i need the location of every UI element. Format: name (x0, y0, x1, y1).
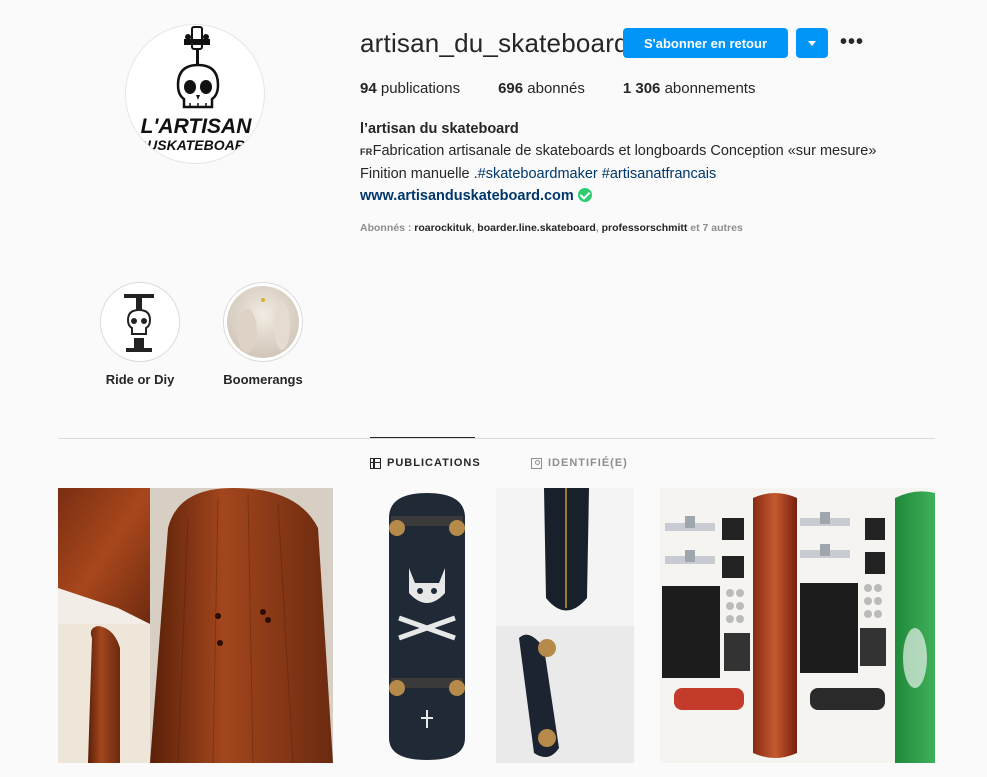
bio-line1: FRFabrication artisanale de skateboards … (360, 140, 920, 163)
bio-text-line1: Fabrication artisanale de skateboards et… (372, 143, 877, 159)
chevron-down-icon (808, 40, 816, 46)
profile-username: artisan_du_skateboard (360, 28, 629, 58)
follower-name: boarder.line.skateboard (477, 222, 596, 234)
highlight-cover (227, 286, 299, 358)
following-count: 1 306 (622, 80, 661, 97)
bio-line2: Finition manuelle .#skateboardmaker #art… (360, 163, 920, 185)
highlight-ride-or-diy[interactable]: Ride or Diy (80, 282, 200, 387)
flag-fr: FR (360, 147, 373, 157)
following-stat[interactable]: 1 306 abonnements (623, 80, 756, 97)
grid-icon (370, 457, 381, 469)
post-thumbnail[interactable] (660, 488, 935, 763)
tab-tagged[interactable]: IDENTIFIÉ(E) (531, 457, 628, 469)
website-link[interactable]: www.artisanduskateboard.com (360, 185, 574, 207)
highlight-boomerangs[interactable]: Boomerangs (203, 282, 323, 387)
tab-publications[interactable]: PUBLICATIONS (370, 457, 481, 469)
follower-name: roarockituk (414, 222, 472, 234)
followers-count: 696 (498, 80, 524, 97)
bio-text-line2: Finition manuelle . (360, 166, 478, 182)
post-image (58, 488, 333, 763)
followed-by[interactable]: Abonnés : roarockituk, boarder.line.skat… (360, 222, 743, 234)
highlight-label: Ride or Diy (105, 372, 175, 387)
followed-by-suffix: et 7 autres (687, 222, 743, 234)
profile-display-name: l’artisan du skateboard (360, 121, 519, 137)
post-thumbnail[interactable] (359, 488, 634, 763)
logo-line2: DUSKATEBOARD (137, 137, 255, 153)
posts-stat: 94 publications (360, 80, 460, 97)
tagged-icon (531, 457, 542, 469)
posts-label: publications (380, 80, 461, 97)
verified-check-icon (577, 188, 592, 202)
hashtag-link[interactable]: #artisanatfrancais (602, 166, 716, 182)
tabs-divider (58, 438, 935, 439)
skull-logo-icon: L'ARTISAN DUSKATEBOARD (137, 26, 255, 153)
profile-bio: l’artisan du skateboard FRFabrication ar… (360, 118, 920, 207)
tab-label: IDENTIFIÉ(E) (548, 457, 628, 469)
tab-label: PUBLICATIONS (387, 457, 481, 469)
highlight-ring (100, 282, 180, 362)
profile-avatar[interactable]: L'ARTISAN DUSKATEBOARD (125, 24, 265, 164)
post-image (359, 488, 634, 763)
more-options-icon[interactable]: ••• (840, 30, 864, 54)
followers-label: abonnés (527, 80, 585, 97)
hashtag-link[interactable]: #skateboardmaker (478, 166, 598, 182)
post-thumbnail[interactable] (58, 488, 333, 763)
active-tab-indicator (370, 437, 475, 438)
followers-stat[interactable]: 696 abonnés (498, 80, 585, 97)
highlight-label: Boomerangs (223, 372, 303, 387)
following-label: abonnements (664, 80, 756, 97)
follower-name: professorschmitt (601, 222, 688, 234)
highlight-ring (223, 282, 303, 362)
post-image (660, 488, 935, 763)
follow-back-button[interactable]: S'abonner en retour (623, 28, 788, 58)
posts-count: 94 (360, 80, 377, 97)
bio-website-row: www.artisanduskateboard.com (360, 185, 920, 207)
highlight-cover (104, 286, 176, 358)
suggested-dropdown-button[interactable] (796, 28, 828, 58)
followed-by-prefix: Abonnés : (360, 222, 415, 234)
logo-line1: L'ARTISAN (141, 115, 253, 138)
profile-stats: 94 publications 696 abonnés 1 306 abonne… (360, 80, 793, 97)
